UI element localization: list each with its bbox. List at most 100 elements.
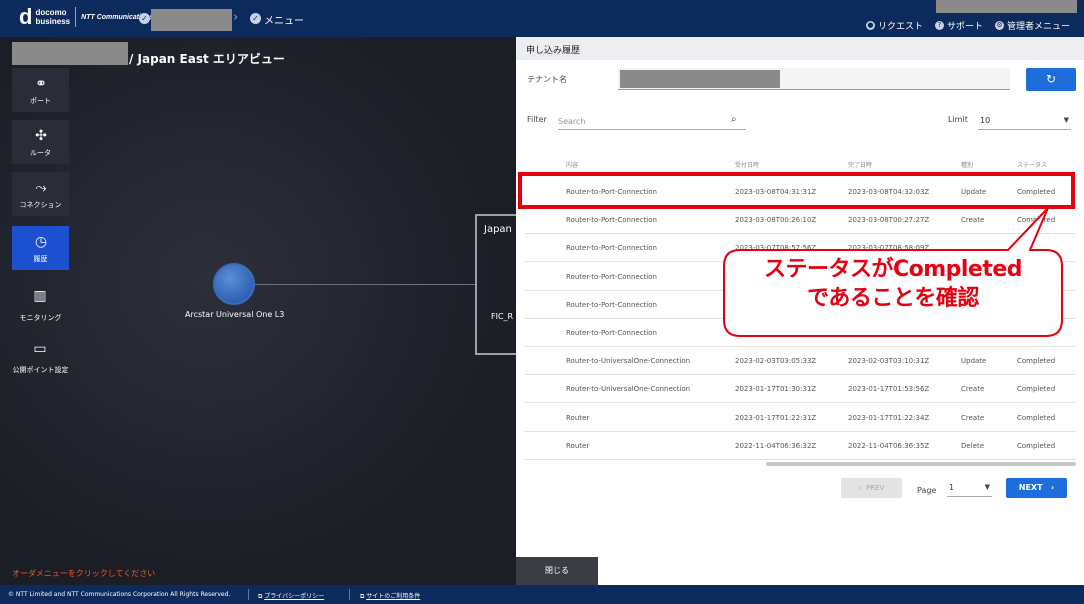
panel-header: 申し込み履歴 xyxy=(516,37,1084,60)
chevron-right-icon: › xyxy=(233,10,239,25)
search-icon[interactable]: ⌕ xyxy=(731,114,737,125)
area-name-redacted xyxy=(12,42,128,65)
limit-select[interactable]: 10 ▼ xyxy=(978,113,1071,130)
footer: © NTT Limited and NTT Communications Cor… xyxy=(0,585,1084,604)
page-label: Page xyxy=(917,486,937,495)
sidebar-item-monitoring[interactable]: モニタリング xyxy=(12,313,69,323)
footer-divider xyxy=(349,589,350,600)
cell-status: Completed xyxy=(1017,441,1056,450)
table-row[interactable]: Router 2023-01-17T01:22:31Z 2023-01-17T01:… xyxy=(524,404,1076,432)
user-info-redacted xyxy=(936,0,1077,13)
cell-content: Router-to-Port-Connection xyxy=(566,300,657,309)
cell-received: 2023-01-17T01:30:31Z xyxy=(735,385,817,394)
prev-button[interactable]: ‹ PREV xyxy=(841,478,902,498)
arcstar-node-icon[interactable] xyxy=(213,263,255,305)
fic-router-label: FIC_R xyxy=(491,312,514,321)
table-row[interactable]: Router-to-UniversalOne-Connection 2023-02… xyxy=(524,347,1076,376)
connection-icon: ⤳ xyxy=(35,180,47,196)
cell-completed: 2023-03-08T00:27:27Z xyxy=(848,216,930,225)
breadcrumb-redacted[interactable] xyxy=(151,9,232,31)
node-label: Arcstar Universal One L3 xyxy=(185,310,285,319)
logo-mark: d xyxy=(19,4,33,29)
page-select[interactable]: 1 ▼ xyxy=(947,480,992,497)
sidebar-item-history[interactable]: ◷ 履歴 xyxy=(12,226,69,270)
cell-status: Completed xyxy=(1017,216,1056,225)
cell-received: 2022-11-04T06:36:32Z xyxy=(735,441,817,450)
cell-type: Create xyxy=(961,385,985,394)
limit-label: Limit xyxy=(948,115,968,124)
column-header-received[interactable]: 受付日時 xyxy=(735,160,759,169)
logo-divider xyxy=(75,7,77,27)
request-link[interactable]: ● リクエスト xyxy=(865,19,923,32)
refresh-icon: ↻ xyxy=(1045,72,1057,86)
tenant-value-redacted xyxy=(620,70,780,88)
port-icon: ⚭ xyxy=(35,76,47,92)
tenant-label: テナント名 xyxy=(527,75,567,84)
refresh-button[interactable]: ↻ xyxy=(1026,68,1076,91)
column-header-type[interactable]: 種別 xyxy=(961,160,973,169)
cell-received: 2023-03-08T00:26:10Z xyxy=(735,216,817,225)
cell-type: Delete xyxy=(961,441,984,450)
close-button[interactable]: 閉じる xyxy=(516,557,598,585)
table-row[interactable]: Router 2022-11-04T06:36:32Z 2022-11-04T06:… xyxy=(524,432,1076,460)
cell-content: Router-to-UniversalOne-Connection xyxy=(566,357,691,366)
cell-type: Update xyxy=(961,357,987,366)
next-button[interactable]: NEXT › xyxy=(1006,478,1067,498)
cell-status: Completed xyxy=(1017,357,1056,366)
privacy-policy-link[interactable]: ⧉ プライバシーポリシー xyxy=(258,591,324,601)
cell-completed: 2023-03-07T08:58:09Z xyxy=(848,244,930,253)
cell-completed: 2023-01-17T01:22:34Z xyxy=(848,413,930,422)
gear-icon: ⚙ xyxy=(994,21,1004,30)
sidebar-item-public-point[interactable]: 公開ポイント設定 xyxy=(12,365,69,375)
chevron-right-icon: › xyxy=(1050,483,1055,492)
column-header-content[interactable]: 内容 xyxy=(566,160,578,169)
cell-content: Router-to-UniversalOne-Connection xyxy=(566,385,691,394)
breadcrumb-menu[interactable]: メニュー xyxy=(264,12,304,27)
cell-received: 2023-03-07T08:57:56Z xyxy=(735,244,817,253)
breadcrumb-check-icon: ✓ xyxy=(250,13,261,24)
cell-type: Create xyxy=(961,413,985,422)
logo-wordmark: docomo business xyxy=(35,8,71,26)
cell-type: Create xyxy=(961,216,985,225)
terms-of-use-link[interactable]: ⧉ サイトのご利用条件 xyxy=(360,591,420,601)
cell-completed: 2022-11-04T06:36:35Z xyxy=(848,441,930,450)
search-input[interactable] xyxy=(558,113,746,130)
horizontal-scrollbar[interactable] xyxy=(766,462,1076,466)
panel-title: 申し込み履歴 xyxy=(526,46,581,56)
caret-down-icon: ▼ xyxy=(984,483,990,491)
docomo-business-logo[interactable]: d docomo business NTT Communications xyxy=(19,6,153,28)
router-icon: ✣ xyxy=(35,128,47,144)
cell-content: Router-to-Port-Connection xyxy=(566,329,657,337)
cell-content: Router-to-Port-Connection xyxy=(566,272,657,281)
table-row[interactable]: Router-to-UniversalOne-Connection 2023-01… xyxy=(524,375,1076,404)
sidebar-item-connection[interactable]: ⤳ コネクション xyxy=(12,172,69,216)
callout-text: ステータスがCompleted であることを確認 xyxy=(763,257,1023,311)
region-label: Japan xyxy=(484,224,512,235)
cell-content: Router xyxy=(566,413,590,422)
cell-status: Completed xyxy=(1017,413,1056,422)
table-row[interactable]: Router-to-Port-Connection 2023-03-08T00:2… xyxy=(524,206,1076,235)
footer-divider xyxy=(248,589,249,600)
monitor-icon[interactable]: ▭ xyxy=(31,341,49,359)
table-row[interactable]: Router-to-Port-Connection xyxy=(524,319,1076,347)
connection-line xyxy=(255,284,475,285)
cell-completed: 2023-01-17T01:53:56Z xyxy=(848,385,930,394)
help-icon: ? xyxy=(934,21,944,30)
cell-received: 2023-01-17T01:22:31Z xyxy=(735,413,817,422)
breadcrumb-check-icon: ✓ xyxy=(139,13,150,24)
sidebar-item-router[interactable]: ✣ ルータ xyxy=(12,120,69,164)
highlight-box xyxy=(518,172,1075,209)
column-header-status[interactable]: ステータス xyxy=(1017,160,1047,169)
person-icon: ● xyxy=(865,21,875,30)
support-link[interactable]: ? サポート xyxy=(934,19,983,32)
header-links: ● リクエスト ? サポート ⚙ 管理者メニュー xyxy=(865,19,1070,32)
monitoring-icon[interactable]: ▥ xyxy=(31,288,49,306)
top-header: d docomo business NTT Communications ✓ ›… xyxy=(0,0,1084,37)
column-header-completed[interactable]: 完了日時 xyxy=(848,160,872,169)
cell-content: Router xyxy=(566,441,590,450)
order-menu-hint: オーダメニューをクリックしてください xyxy=(12,569,156,578)
copyright-text: © NTT Limited and NTT Communications Cor… xyxy=(8,591,231,598)
admin-menu-link[interactable]: ⚙ 管理者メニュー xyxy=(994,19,1070,32)
sidebar-item-port[interactable]: ⚭ ポート xyxy=(12,68,69,112)
cell-completed: 2023-02-03T03:10:31Z xyxy=(848,357,930,366)
